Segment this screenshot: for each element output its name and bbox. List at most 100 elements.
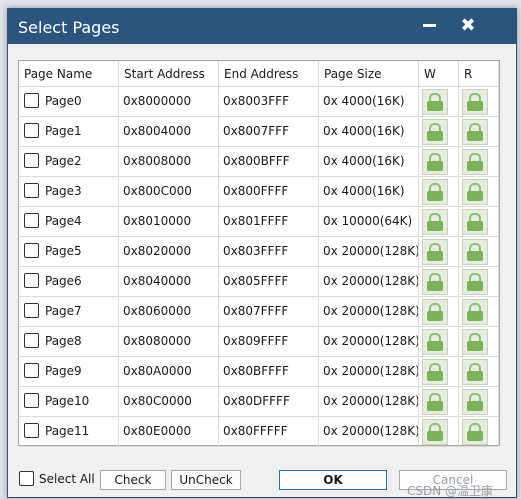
read-lock-cell xyxy=(459,416,499,446)
start-address-cell: 0x80A0000 xyxy=(119,356,219,386)
read-unlocked-padlock-icon[interactable] xyxy=(462,149,488,175)
end-address-cell: 0x809FFFF xyxy=(219,326,319,356)
read-lock-cell xyxy=(459,356,499,386)
minimize-button[interactable] xyxy=(414,13,444,39)
write-unlocked-padlock-icon[interactable] xyxy=(422,299,448,325)
write-unlocked-padlock-icon[interactable] xyxy=(422,239,448,265)
read-unlocked-padlock-icon[interactable] xyxy=(462,179,488,205)
page-size-cell: 0x 20000(128K) xyxy=(319,296,419,326)
read-unlocked-padlock-icon[interactable] xyxy=(462,269,488,295)
start-address-cell: 0x800C000 xyxy=(119,176,219,206)
page-size-cell: 0x 4000(16K) xyxy=(319,116,419,146)
page-checkbox[interactable] xyxy=(24,393,39,408)
page-checkbox[interactable] xyxy=(24,123,39,138)
page-size: 0x 20000(128K) xyxy=(323,274,419,288)
page-size: 0x 4000(16K) xyxy=(323,94,405,108)
page-checkbox[interactable] xyxy=(24,303,39,318)
read-unlocked-padlock-icon[interactable] xyxy=(462,209,488,235)
read-lock-cell xyxy=(459,86,499,116)
start-address-cell: 0x8080000 xyxy=(119,326,219,356)
read-unlocked-padlock-icon[interactable] xyxy=(462,119,488,145)
header-page-size: Page Size xyxy=(319,61,419,86)
start-address-cell: 0x80E0000 xyxy=(119,416,219,446)
dialog-title: Select Pages xyxy=(18,18,120,37)
page-checkbox[interactable] xyxy=(24,273,39,288)
read-unlocked-padlock-icon[interactable] xyxy=(462,329,488,355)
start-address: 0x8008000 xyxy=(123,154,192,168)
uncheck-button[interactable]: UnCheck xyxy=(171,470,241,490)
page-name-cell: Page2 xyxy=(19,146,119,176)
write-unlocked-padlock-icon[interactable] xyxy=(422,149,448,175)
write-unlocked-padlock-icon[interactable] xyxy=(422,209,448,235)
start-address-cell: 0x8040000 xyxy=(119,266,219,296)
write-unlocked-padlock-icon[interactable] xyxy=(422,269,448,295)
table-row: Page7 0x8060000 0x807FFFF 0x 20000(128K) xyxy=(19,296,499,327)
write-lock-cell xyxy=(419,266,459,296)
read-unlocked-padlock-icon[interactable] xyxy=(462,89,488,115)
page-size: 0x 4000(16K) xyxy=(323,184,405,198)
page-checkbox[interactable] xyxy=(24,183,39,198)
read-lock-cell xyxy=(459,296,499,326)
end-address: 0x805FFFF xyxy=(223,274,289,288)
start-address: 0x8040000 xyxy=(123,274,192,288)
page-checkbox[interactable] xyxy=(24,243,39,258)
header-r: R xyxy=(459,61,499,86)
table-row: Page10 0x80C0000 0x80DFFFF 0x 20000(128K) xyxy=(19,386,499,417)
start-address-cell: 0x8008000 xyxy=(119,146,219,176)
read-lock-cell xyxy=(459,146,499,176)
select-all-label: Select All xyxy=(39,472,95,486)
start-address-cell: 0x8060000 xyxy=(119,296,219,326)
read-unlocked-padlock-icon[interactable] xyxy=(462,359,488,385)
write-unlocked-padlock-icon[interactable] xyxy=(422,179,448,205)
page-checkbox[interactable] xyxy=(24,153,39,168)
page-name-cell: Page6 xyxy=(19,266,119,296)
read-unlocked-padlock-icon[interactable] xyxy=(462,299,488,325)
check-button[interactable]: Check xyxy=(100,470,166,490)
end-address: 0x80FFFFF xyxy=(223,424,288,438)
end-address: 0x803FFFF xyxy=(223,244,289,258)
page-name-cell: Page9 xyxy=(19,356,119,386)
page-checkbox[interactable] xyxy=(24,213,39,228)
page-size: 0x 20000(128K) xyxy=(323,304,419,318)
page-name-cell: Page7 xyxy=(19,296,119,326)
start-address-cell: 0x8004000 xyxy=(119,116,219,146)
page-checkbox[interactable] xyxy=(24,423,39,438)
start-address: 0x8000000 xyxy=(123,94,192,108)
write-unlocked-padlock-icon[interactable] xyxy=(422,419,448,445)
header-end-address: End Address xyxy=(219,61,319,86)
read-unlocked-padlock-icon[interactable] xyxy=(462,419,488,445)
write-unlocked-padlock-icon[interactable] xyxy=(422,359,448,385)
write-lock-cell xyxy=(419,356,459,386)
page-name: Page0 xyxy=(45,94,82,108)
start-address-cell: 0x8010000 xyxy=(119,206,219,236)
end-address-cell: 0x803FFFF xyxy=(219,236,319,266)
read-lock-cell xyxy=(459,206,499,236)
read-unlocked-padlock-icon[interactable] xyxy=(462,239,488,265)
start-address: 0x8080000 xyxy=(123,334,192,348)
page-size: 0x 20000(128K) xyxy=(323,334,419,348)
write-unlocked-padlock-icon[interactable] xyxy=(422,329,448,355)
read-unlocked-padlock-icon[interactable] xyxy=(462,389,488,415)
start-address: 0x80C0000 xyxy=(123,394,192,408)
write-unlocked-padlock-icon[interactable] xyxy=(422,119,448,145)
page-checkbox[interactable] xyxy=(24,333,39,348)
end-address: 0x800BFFF xyxy=(223,154,290,168)
ok-button[interactable]: OK xyxy=(279,470,387,490)
pages-table: Page Name Start Address End Address Page… xyxy=(18,60,500,447)
page-size-cell: 0x 4000(16K) xyxy=(319,86,419,116)
write-unlocked-padlock-icon[interactable] xyxy=(422,89,448,115)
end-address: 0x800FFFF xyxy=(223,184,289,198)
write-lock-cell xyxy=(419,86,459,116)
read-lock-cell xyxy=(459,326,499,356)
end-address-cell: 0x80BFFFF xyxy=(219,356,319,386)
page-name: Page1 xyxy=(45,124,82,138)
header-start-address: Start Address xyxy=(119,61,219,86)
page-checkbox[interactable] xyxy=(24,363,39,378)
end-address-cell: 0x80FFFFF xyxy=(219,416,319,446)
write-unlocked-padlock-icon[interactable] xyxy=(422,389,448,415)
page-checkbox[interactable] xyxy=(24,93,39,108)
select-all-checkbox[interactable] xyxy=(19,471,34,486)
end-address-cell: 0x807FFFF xyxy=(219,296,319,326)
read-lock-cell xyxy=(459,386,499,416)
close-button[interactable]: ✖ xyxy=(453,13,483,39)
